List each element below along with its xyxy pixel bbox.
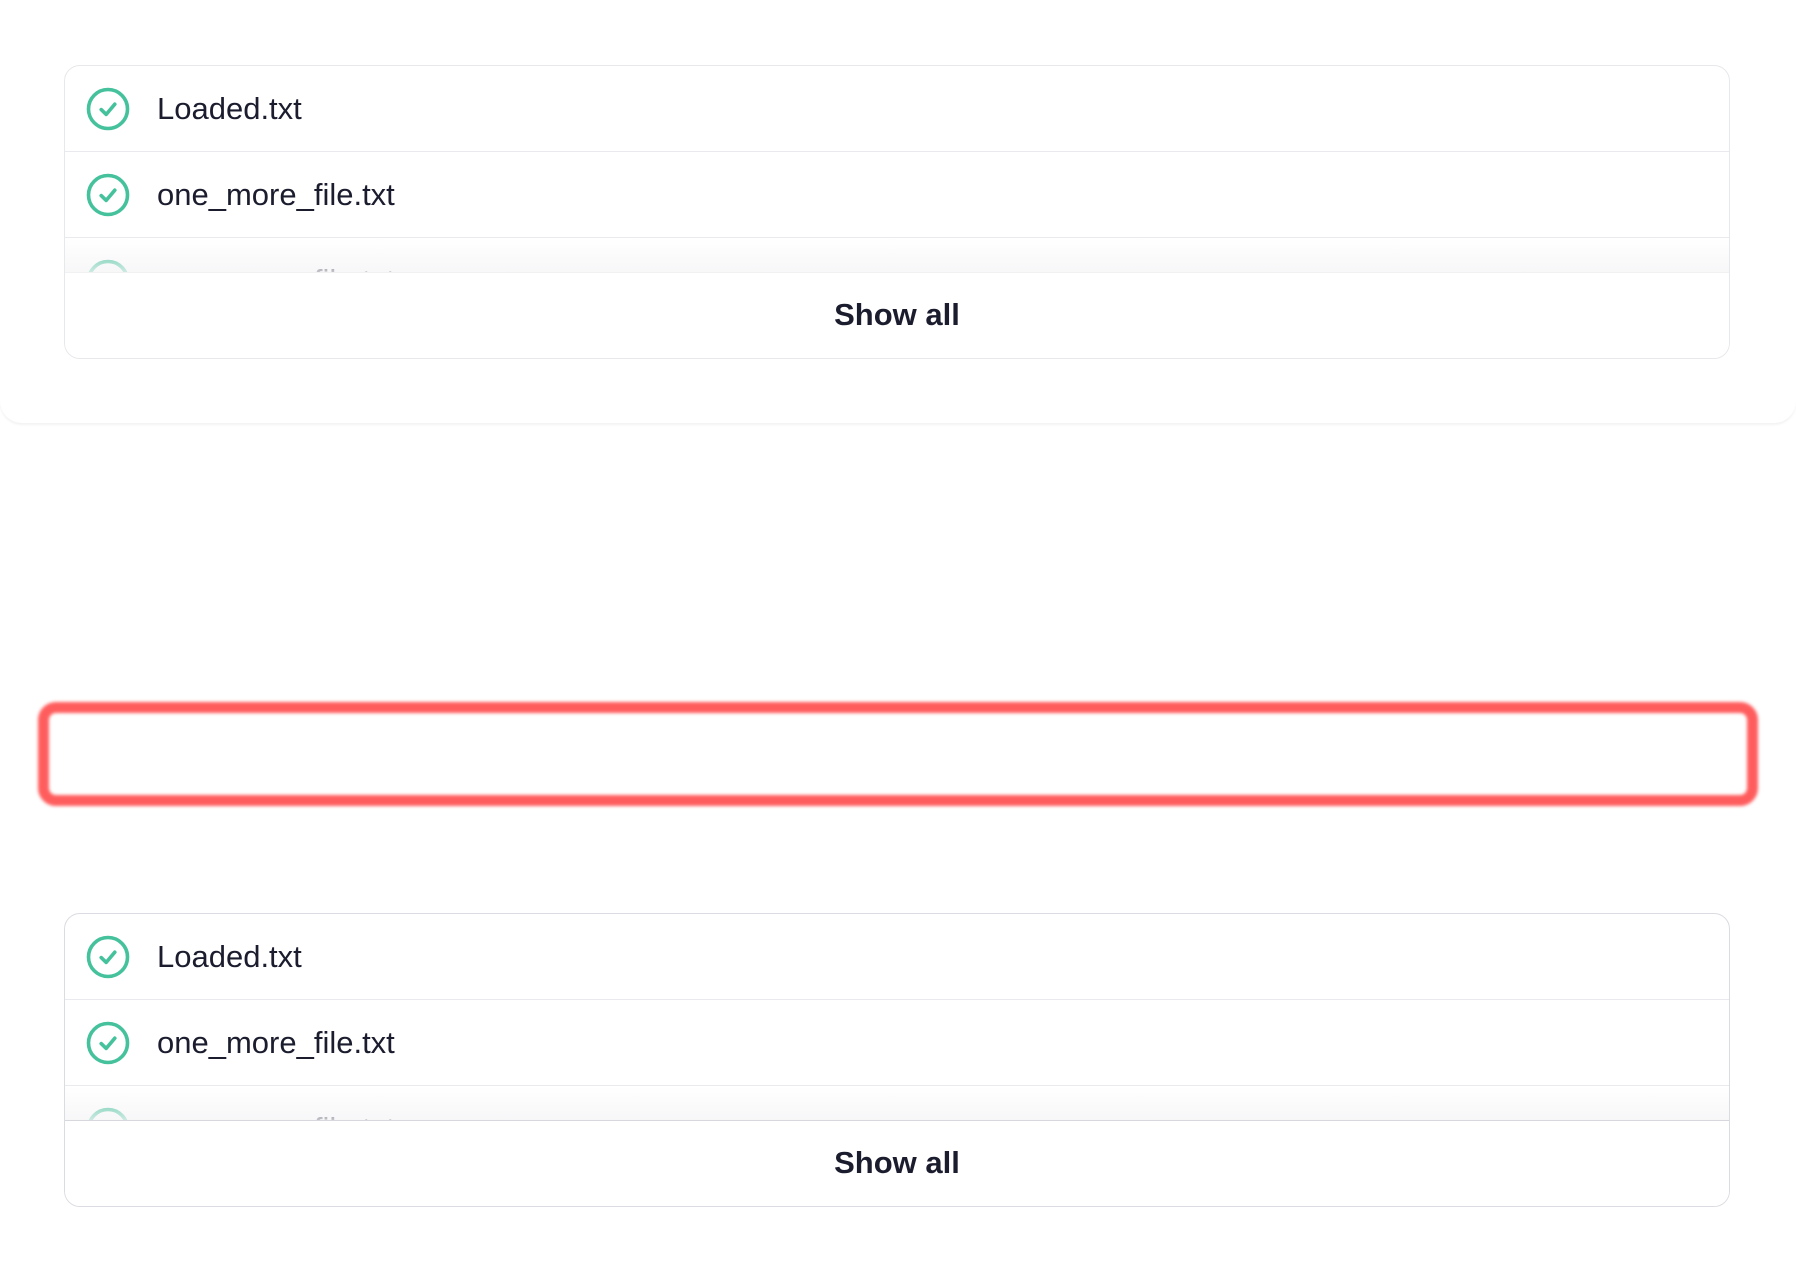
check-circle-icon [86, 935, 130, 979]
file-list: Loaded.txt one_more_file.txt one_more_fi… [64, 65, 1730, 359]
file-name: one_more_file.txt [157, 177, 395, 212]
show-all-label: Show all [834, 1145, 960, 1180]
file-list: Loaded.txt one_more_file.txt one_more_fi… [64, 913, 1730, 1207]
show-all-button[interactable]: Show all [65, 1120, 1729, 1206]
file-name: one_more_file.txt [157, 1025, 395, 1060]
file-name: Loaded.txt [157, 91, 302, 126]
file-row[interactable]: Loaded.txt [65, 66, 1729, 152]
focus-highlight [38, 702, 1758, 806]
show-all-button[interactable]: Show all [65, 272, 1729, 358]
check-circle-icon [86, 1021, 130, 1065]
top-panel: Loaded.txt one_more_file.txt one_more_fi… [0, 0, 1796, 423]
file-row[interactable]: one_more_file.txt [65, 152, 1729, 238]
file-row[interactable]: one_more_file.txt [65, 1000, 1729, 1086]
file-row[interactable]: Loaded.txt [65, 914, 1729, 1000]
bottom-panel: Loaded.txt one_more_file.txt one_more_fi… [0, 845, 1796, 1272]
check-circle-icon [86, 87, 130, 131]
check-circle-icon [86, 173, 130, 217]
show-all-label: Show all [834, 297, 960, 332]
file-name: Loaded.txt [157, 939, 302, 974]
